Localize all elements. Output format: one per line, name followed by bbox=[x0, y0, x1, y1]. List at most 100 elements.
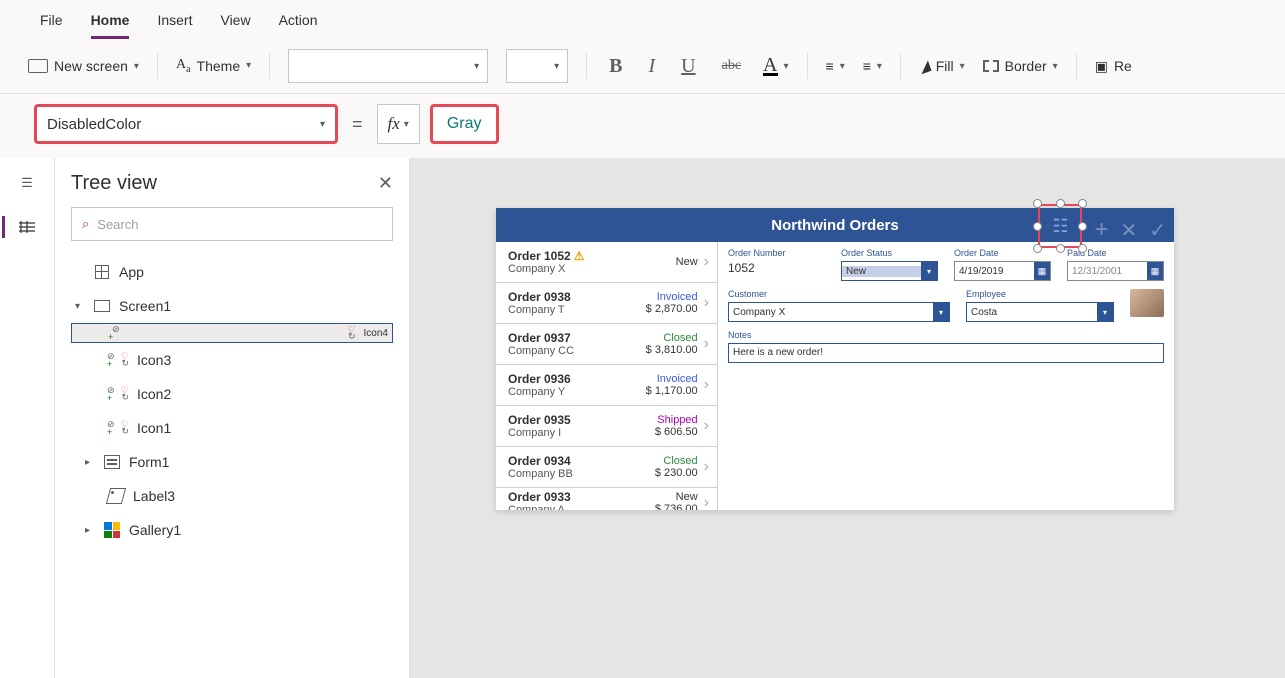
property-selector[interactable]: DisabledColor ▾ bbox=[34, 104, 338, 144]
customer-dropdown[interactable]: Company X▾ bbox=[728, 302, 950, 322]
strikethrough-button[interactable]: abc bbox=[718, 58, 745, 74]
underline-button[interactable]: U bbox=[677, 55, 699, 78]
fx-button[interactable]: fx ▾ bbox=[377, 104, 420, 144]
fill-label: Fill bbox=[936, 58, 954, 74]
tab-view[interactable]: View bbox=[220, 8, 250, 39]
tree-item-label3[interactable]: Label3 bbox=[71, 479, 393, 513]
tree-item-icon3[interactable]: ⊘♡+↻ Icon3 bbox=[71, 343, 393, 377]
valign-button[interactable]: ≡▾ bbox=[863, 58, 882, 74]
close-icon[interactable]: ✕ bbox=[378, 173, 393, 194]
value-notes: Here is a new order! bbox=[733, 347, 823, 358]
selected-control-icon4[interactable]: ☷ bbox=[1038, 204, 1082, 248]
app-preview[interactable]: Northwind Orders ☷ + ✕ ✓ Order 1052⚠Comp… bbox=[496, 208, 1174, 510]
font-family-dropdown[interactable]: ▾ bbox=[288, 49, 488, 83]
order-company: Company I bbox=[508, 427, 643, 439]
tree-item-label: Icon2 bbox=[137, 386, 171, 402]
tree-view-title: Tree view bbox=[71, 172, 157, 195]
order-company: Company X bbox=[508, 263, 643, 275]
value-order-date: 4/19/2019 bbox=[955, 266, 1034, 277]
tree-search-input[interactable]: ⌕ Search bbox=[71, 207, 393, 241]
tree-item-label: App bbox=[119, 264, 144, 280]
align-icon: ≡ bbox=[826, 58, 834, 74]
tree-item-icon4[interactable]: ⊘♡+↻ Icon4 bbox=[71, 323, 393, 343]
new-screen-button[interactable]: New screen ▾ bbox=[28, 58, 139, 74]
tree-item-icon2[interactable]: ⊘♡+↻ Icon2 bbox=[71, 377, 393, 411]
paid-date-picker[interactable]: 12/31/2001▦ bbox=[1067, 261, 1164, 281]
order-date-picker[interactable]: 4/19/2019▦ bbox=[954, 261, 1051, 281]
order-row[interactable]: Order 0938Company TInvoiced$ 2,870.00› bbox=[496, 283, 717, 324]
tab-file[interactable]: File bbox=[40, 8, 63, 39]
formula-input[interactable]: Gray bbox=[430, 104, 499, 144]
warning-icon: ⚠ bbox=[574, 249, 585, 263]
align-button[interactable]: ≡▾ bbox=[826, 58, 845, 74]
hamburger-icon[interactable]: ☰ bbox=[16, 172, 38, 194]
fill-button[interactable]: ◢ Fill▾ bbox=[919, 58, 965, 75]
tree-item-gallery1[interactable]: ▸ Gallery1 bbox=[71, 513, 393, 547]
separator bbox=[586, 53, 587, 79]
tree-item-label: Screen1 bbox=[119, 298, 171, 314]
icon-control-icon: ⊘♡+↻ bbox=[108, 324, 356, 342]
label-icon bbox=[107, 487, 125, 505]
tree-item-app[interactable]: App bbox=[71, 255, 393, 289]
tree-item-screen1[interactable]: ▾ Screen1 bbox=[71, 289, 393, 323]
order-name: Order 0934 bbox=[508, 454, 571, 468]
font-color-button[interactable]: A▾ bbox=[763, 57, 788, 76]
tab-insert[interactable]: Insert bbox=[157, 8, 192, 39]
order-row[interactable]: Order 0935Company IShipped$ 606.50› bbox=[496, 406, 717, 447]
label-order-number: Order Number bbox=[728, 248, 825, 258]
tree-item-label: Icon1 bbox=[137, 420, 171, 436]
cancel-icon[interactable]: ✕ bbox=[1120, 218, 1137, 243]
calendar-icon: ▦ bbox=[1147, 262, 1163, 280]
order-gallery[interactable]: Order 1052⚠Company XNew›Order 0938Compan… bbox=[496, 242, 718, 510]
screen-icon bbox=[28, 59, 48, 73]
order-status: Closed bbox=[643, 455, 698, 467]
chevron-down-icon: ▾ bbox=[1097, 303, 1113, 321]
order-row[interactable]: Order 0937Company CCClosed$ 3,810.00› bbox=[496, 324, 717, 365]
order-row[interactable]: Order 0934Company BBClosed$ 230.00› bbox=[496, 447, 717, 488]
italic-button[interactable]: I bbox=[644, 55, 659, 78]
order-row[interactable]: Order 0936Company YInvoiced$ 1,170.00› bbox=[496, 365, 717, 406]
tree-item-form1[interactable]: ▸ Form1 bbox=[71, 445, 393, 479]
caret-icon: ▸ bbox=[85, 457, 95, 468]
tree-view-rail-icon[interactable] bbox=[2, 216, 38, 238]
search-icon: ⌕ bbox=[82, 216, 89, 232]
add-icon[interactable]: + bbox=[1094, 220, 1108, 240]
calendar-icon: ▦ bbox=[1034, 262, 1050, 280]
theme-label: Theme bbox=[197, 58, 241, 74]
border-icon bbox=[983, 60, 999, 72]
tree-item-label: Form1 bbox=[129, 454, 169, 470]
order-row[interactable]: Order 1052⚠Company XNew› bbox=[496, 242, 717, 283]
separator bbox=[157, 53, 158, 79]
font-size-dropdown[interactable]: ▾ bbox=[506, 49, 568, 83]
order-status: New bbox=[643, 256, 698, 268]
border-label: Border bbox=[1005, 58, 1047, 74]
chevron-right-icon: › bbox=[698, 253, 709, 271]
tree-item-label: Icon3 bbox=[137, 352, 171, 368]
notes-input[interactable]: Here is a new order! bbox=[728, 343, 1164, 363]
left-rail: ☰ bbox=[0, 158, 55, 678]
bold-button[interactable]: B bbox=[605, 55, 626, 78]
order-name: Order 1052 bbox=[508, 249, 571, 263]
tree-list: App ▾ Screen1 ⊘♡+↻ Icon4 ⊘♡+↻ Icon3 ⊘♡+↻… bbox=[71, 255, 393, 547]
order-status-dropdown[interactable]: New▾ bbox=[841, 261, 938, 281]
label-employee: Employee bbox=[966, 289, 1114, 299]
theme-button[interactable]: Aa Theme ▾ bbox=[176, 57, 251, 75]
border-button[interactable]: Border▾ bbox=[983, 58, 1058, 74]
tab-action[interactable]: Action bbox=[279, 8, 318, 39]
reorder-icon: ▣ bbox=[1095, 58, 1108, 75]
order-row[interactable]: Order 0933Company ANew$ 736.00› bbox=[496, 488, 717, 510]
separator bbox=[1076, 53, 1077, 79]
tab-home[interactable]: Home bbox=[91, 8, 130, 39]
tree-item-label: Icon4 bbox=[364, 328, 388, 339]
order-amount: $ 230.00 bbox=[643, 467, 698, 479]
chevron-right-icon: › bbox=[698, 335, 709, 353]
separator bbox=[269, 53, 270, 79]
tree-item-icon1[interactable]: ⊘♡+↻ Icon1 bbox=[71, 411, 393, 445]
employee-dropdown[interactable]: Costa▾ bbox=[966, 302, 1114, 322]
label-customer: Customer bbox=[728, 289, 950, 299]
order-amount: $ 1,170.00 bbox=[643, 385, 698, 397]
save-icon[interactable]: ✓ bbox=[1149, 218, 1166, 243]
reorder-button[interactable]: ▣ Re bbox=[1095, 58, 1132, 75]
order-company: Company CC bbox=[508, 345, 643, 357]
employee-avatar bbox=[1130, 289, 1164, 317]
